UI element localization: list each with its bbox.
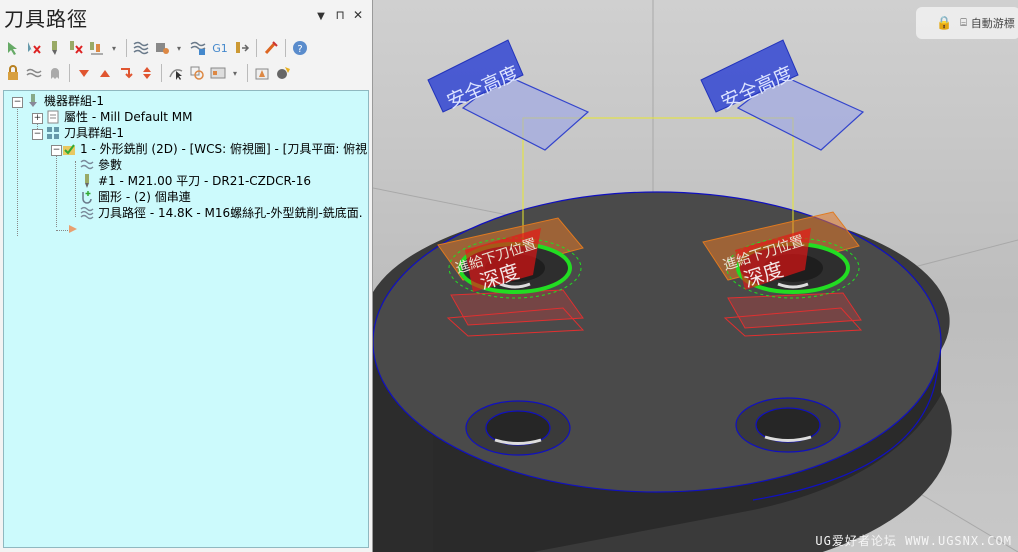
- tree-item-machine-group[interactable]: 機器群組-1: [26, 93, 104, 109]
- post-icon[interactable]: [233, 39, 251, 57]
- panel-pin-icon[interactable]: ⊓: [333, 8, 347, 22]
- tree-item-tool[interactable]: #1 - M21.00 平刀 - DR21-CZDCR-16: [80, 173, 311, 189]
- expand-toggle[interactable]: +: [32, 113, 43, 124]
- operation-folder-icon: [63, 144, 75, 155]
- ghost-icon[interactable]: [46, 64, 64, 82]
- toolbar-row-1: ▾ ▾ G1 ?: [4, 37, 312, 59]
- expand-icon[interactable]: [138, 64, 156, 82]
- tool-icon: [85, 174, 89, 188]
- expand-toggle[interactable]: −: [51, 145, 62, 156]
- svg-text:?: ?: [297, 44, 302, 55]
- insert-arrow-icon[interactable]: [68, 222, 78, 238]
- generate-icon[interactable]: [153, 39, 171, 57]
- select-forward-icon[interactable]: [4, 39, 22, 57]
- tree-item-toolpath-group[interactable]: 刀具群組-1: [46, 125, 124, 141]
- chevron-down-icon[interactable]: ▾: [109, 39, 119, 57]
- tree-connector: [75, 161, 76, 217]
- tree-item-operation[interactable]: 1 - 外形銑削 (2D) - [WCS: 俯視圖] - [刀具平面: 俯視: [62, 141, 367, 157]
- wave-icon[interactable]: [25, 64, 43, 82]
- move-down-icon[interactable]: [75, 64, 93, 82]
- toolpath-icon[interactable]: [132, 39, 150, 57]
- delete-icon[interactable]: [25, 39, 43, 57]
- display-icon[interactable]: [209, 64, 227, 82]
- auto-cursor-label: 自動游標: [970, 17, 1015, 30]
- toolbar-row-2: ▾: [4, 62, 295, 84]
- geometry-icon: [82, 191, 92, 204]
- tree-item-label: 1 - 外形銑削 (2D) - [WCS: 俯視圖] - [刀具平面: 俯視: [80, 142, 368, 156]
- g1-icon[interactable]: G1: [210, 39, 230, 57]
- properties-icon: [47, 110, 59, 124]
- toolbar-separator: [285, 39, 286, 57]
- expand-toggle[interactable]: −: [12, 97, 23, 108]
- panel-close-icon[interactable]: ✕: [351, 8, 365, 22]
- tree-item-label: 刀具路徑 - 14.8K - M16螺絲孔-外型銑削-銑底面.: [98, 206, 363, 220]
- operations-tree: − 機器群組-1 + 屬性 - Mill Default MM − 刀具群組-1…: [3, 90, 369, 548]
- tree-item-parameters[interactable]: 參數: [80, 157, 122, 173]
- tree-item-label: #1 - M21.00 平刀 - DR21-CZDCR-16: [98, 174, 311, 188]
- tree-item-label: 圖形 - (2) 個串連: [98, 190, 191, 204]
- tree-item-toolpath[interactable]: 刀具路徑 - 14.8K - M16螺絲孔-外型銑削-銑底面.: [80, 205, 363, 221]
- tool-delete-icon[interactable]: [67, 39, 85, 57]
- panel-title: 刀具路徑: [4, 7, 88, 31]
- tree-item-label: 機器群組-1: [44, 94, 104, 108]
- toolbar-separator: [247, 64, 248, 82]
- select-icon[interactable]: [167, 64, 185, 82]
- tool-icon[interactable]: [46, 39, 64, 57]
- tree-item-geometry[interactable]: 圖形 - (2) 個串連: [80, 189, 191, 205]
- cursor-icon: ⌸: [960, 16, 967, 29]
- tree-connector: [56, 230, 68, 231]
- tree-item-label: 屬性 - Mill Default MM: [64, 110, 193, 124]
- lock-icon[interactable]: [4, 64, 22, 82]
- counterbore-hole-lower-right: [735, 397, 841, 453]
- chevron-down-icon[interactable]: ▾: [174, 39, 184, 57]
- parameters-icon: [80, 159, 94, 170]
- material-icon[interactable]: [274, 64, 292, 82]
- group-icon: [47, 127, 59, 139]
- panel-menu-dropdown-icon[interactable]: ▼: [314, 11, 328, 22]
- expand-toggle[interactable]: −: [32, 129, 43, 140]
- graphics-viewport[interactable]: 進給下刀位置 深度 進給下刀位置 深度 安全高度 安全高度 🔒 ⌸ 自動游標 U…: [373, 0, 1018, 552]
- toolbar-separator: [69, 64, 70, 82]
- toolbar-separator: [256, 39, 257, 57]
- copy-icon[interactable]: [188, 64, 206, 82]
- toolpath-icon: [80, 206, 94, 220]
- toolbar-separator: [126, 39, 127, 57]
- lock-icon: 🔒: [936, 15, 953, 31]
- move-up-icon[interactable]: [96, 64, 114, 82]
- auto-cursor-widget[interactable]: 🔒 ⌸ 自動游標: [916, 7, 1018, 39]
- machine-icon: [29, 94, 37, 107]
- toolpath-manager-panel: 刀具路徑 ▼ ⊓ ✕ ▾ ▾ G1 ? ▾ − 機器群組-1 + 屬性 - Mi…: [0, 0, 373, 552]
- edit-icon[interactable]: [262, 39, 280, 57]
- toolbar-separator: [161, 64, 162, 82]
- tree-connector: [56, 153, 57, 227]
- reorder-icon[interactable]: [117, 64, 135, 82]
- tree-item-properties[interactable]: 屬性 - Mill Default MM: [46, 109, 193, 125]
- counterbore-hole-lower-left: [465, 400, 571, 456]
- tree-item-label: 參數: [98, 158, 123, 172]
- simulate-icon[interactable]: [189, 39, 207, 57]
- tree-connector: [17, 105, 18, 236]
- tree-item-label: 刀具群組-1: [64, 126, 124, 140]
- settings-icon[interactable]: [253, 64, 271, 82]
- chevron-down-icon[interactable]: ▾: [230, 64, 240, 82]
- tool-group-icon[interactable]: [88, 39, 106, 57]
- watermark: UG爱好者论坛 WWW.UGSNX.COM: [815, 534, 1012, 548]
- help-icon[interactable]: ?: [291, 39, 309, 57]
